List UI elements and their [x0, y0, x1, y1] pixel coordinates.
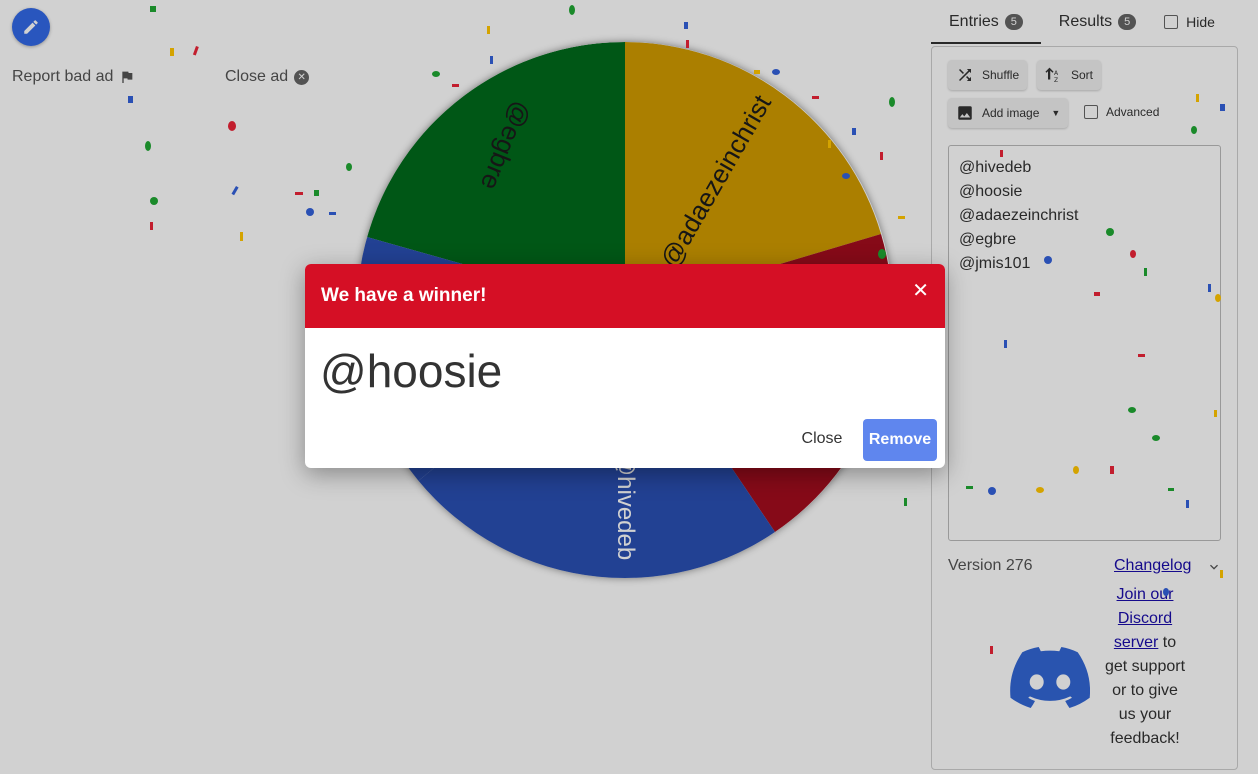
close-button[interactable]: Close — [793, 420, 851, 458]
remove-button[interactable]: Remove — [863, 419, 937, 461]
dialog-header: We have a winner! ✕ — [305, 264, 945, 328]
dialog-title: We have a winner! — [321, 285, 487, 306]
winner-dialog: We have a winner! ✕ @hoosie Close Remove — [305, 264, 945, 468]
winner-name: @hoosie — [320, 345, 503, 397]
close-icon[interactable]: ✕ — [912, 278, 929, 303]
